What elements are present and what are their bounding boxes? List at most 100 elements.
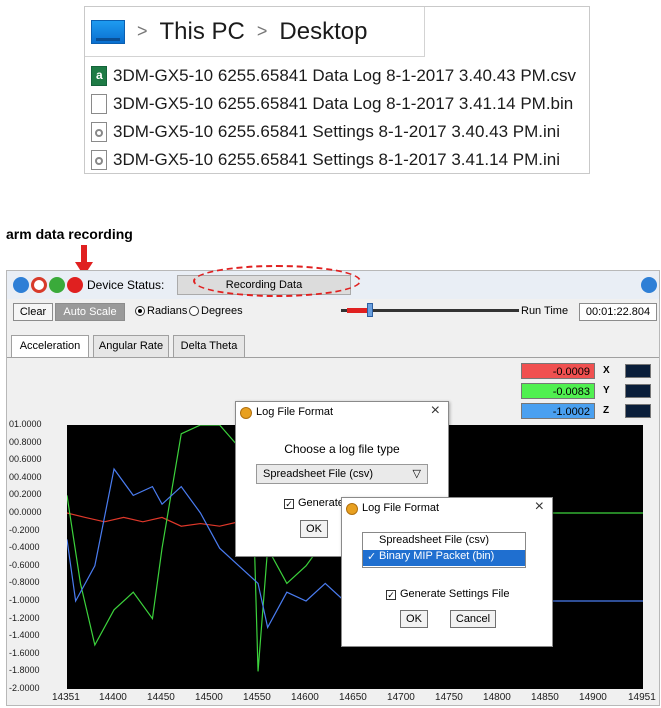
breadcrumb: > This PC > Desktop: [85, 7, 425, 57]
x-tick-label: 14700: [387, 692, 415, 703]
select-value: Spreadsheet File (csv): [263, 468, 374, 480]
tab-delta-theta[interactable]: Delta Theta: [173, 335, 245, 357]
legend-swatch-z-icon: [625, 404, 651, 418]
breadcrumb-desktop[interactable]: Desktop: [279, 18, 367, 46]
file-explorer-panel: > This PC > Desktop 3DM-GX5-10 6255.6584…: [84, 6, 590, 174]
log-format-dialog-2: Log File Format × Spreadsheet File (csv)…: [341, 497, 553, 647]
option-spreadsheet[interactable]: Spreadsheet File (csv): [363, 533, 525, 550]
record-button[interactable]: [67, 277, 83, 293]
generate-settings-checkbox[interactable]: ✓: [386, 590, 396, 600]
y-tick-label: 01.0000: [9, 419, 42, 429]
close-icon[interactable]: ×: [535, 498, 544, 516]
legend-key-x: X: [603, 365, 610, 376]
log-type-select[interactable]: Spreadsheet File (csv) ▽: [256, 464, 428, 484]
option-label: Binary MIP Packet (bin): [379, 550, 495, 562]
clear-button[interactable]: Clear: [13, 303, 53, 321]
option-binary[interactable]: ✓ Binary MIP Packet (bin): [363, 550, 525, 566]
tab-acceleration[interactable]: Acceleration: [11, 335, 89, 357]
y-tick-label: -1.2000: [9, 612, 40, 623]
legend-value-y: -0.0083: [521, 383, 595, 399]
legend-value-x: -0.0009: [521, 363, 595, 379]
legend-swatch-x-icon: [625, 364, 651, 378]
dialog-prompt: Choose a log file type: [284, 442, 400, 456]
cancel-button[interactable]: Cancel: [450, 610, 496, 628]
down-arrow-icon: [81, 245, 87, 263]
chevron-right-icon: >: [137, 21, 148, 41]
log-type-dropdown-list: Spreadsheet File (csv) ✓ Binary MIP Pack…: [362, 532, 526, 568]
x-tick-label: 14500: [195, 692, 223, 703]
ok-button[interactable]: OK: [300, 520, 328, 538]
file-name: 3DM-GX5-10 6255.65841 Data Log 8-1-2017 …: [113, 94, 574, 113]
legend-value-z: -1.0002: [521, 403, 595, 419]
run-time-label: Run Time: [521, 305, 569, 317]
radians-radio[interactable]: [135, 306, 145, 316]
settings-file-icon: [91, 122, 107, 142]
file-list-item[interactable]: 3DM-GX5-10 6255.65841 Settings 8-1-2017 …: [91, 119, 560, 145]
x-tick-label: 14900: [579, 692, 607, 703]
run-time-field: 00:01:22.804: [579, 303, 657, 321]
settings-file-icon: [91, 150, 107, 170]
file-list-item[interactable]: 3DM-GX5-10 6255.65841 Data Log 8-1-2017 …: [91, 63, 576, 89]
spreadsheet-file-icon: [91, 66, 107, 86]
dialog-title: Log File Format: [362, 502, 440, 514]
file-name: 3DM-GX5-10 6255.65841 Settings 8-1-2017 …: [113, 150, 560, 169]
y-tick-label: 00.6000: [9, 454, 42, 465]
generate-checkbox[interactable]: ✓: [284, 499, 294, 509]
dialog-title: Log File Format: [256, 406, 334, 418]
ok-button[interactable]: OK: [400, 610, 428, 628]
sensor-connect-window: Device Status: Recording Data Clear Auto…: [6, 265, 660, 706]
x-tick-label: 14650: [339, 692, 367, 703]
app-logo-icon: [346, 503, 358, 515]
stop-icon[interactable]: [31, 277, 47, 293]
x-tick-label: 14550: [243, 692, 271, 703]
y-tick-label: 00.8000: [9, 436, 42, 447]
time-scroll-slider[interactable]: [341, 303, 519, 317]
x-tick-label: 14351: [52, 692, 80, 703]
legend-swatch-y-icon: [625, 384, 651, 398]
file-name: 3DM-GX5-10 6255.65841 Settings 8-1-2017 …: [113, 122, 560, 141]
y-tick-label: -0.8000: [9, 577, 40, 588]
chevron-down-icon: ▽: [412, 468, 421, 480]
annotation-label: arm data recording: [6, 226, 133, 242]
device-status-label: Device Status:: [87, 278, 165, 292]
generate-settings-label: Generate Settings File: [400, 588, 510, 600]
legend-key-z: Z: [603, 405, 610, 416]
close-icon[interactable]: ×: [431, 402, 440, 420]
x-tick-label: 14750: [435, 692, 463, 703]
legend-key-y: Y: [603, 385, 610, 396]
breadcrumb-this-pc[interactable]: This PC: [160, 18, 245, 46]
checkmark-icon: ✓: [367, 551, 377, 563]
highlight-ellipse: [193, 265, 361, 297]
x-tick-label: 14951: [628, 692, 656, 703]
y-tick-label: -1.0000: [9, 595, 40, 605]
x-tick-label: 14850: [531, 692, 559, 703]
x-tick-label: 14800: [483, 692, 511, 703]
power-icon[interactable]: [49, 277, 65, 293]
y-tick-label: -1.8000: [9, 665, 40, 676]
y-tick-label: -0.6000: [9, 559, 40, 570]
y-tick-label: 00.4000: [9, 471, 42, 482]
top-toolbar: Device Status: Recording Data: [7, 265, 659, 299]
tab-angular-rate[interactable]: Angular Rate: [93, 335, 169, 357]
x-tick-label: 14600: [291, 692, 319, 703]
auto-scale-button[interactable]: Auto Scale: [55, 303, 125, 321]
play-icon[interactable]: [13, 277, 29, 293]
file-list-item[interactable]: 3DM-GX5-10 6255.65841 Data Log 8-1-2017 …: [91, 91, 573, 117]
blank-file-icon: [91, 94, 107, 114]
desktop-monitor-icon: [91, 19, 125, 44]
help-icon[interactable]: [641, 277, 657, 293]
degrees-radio[interactable]: [189, 306, 199, 316]
degrees-label: Degrees: [201, 305, 243, 317]
y-tick-label: -0.4000: [9, 542, 40, 553]
app-logo-icon: [240, 407, 252, 419]
y-tick-label: 00.0000: [9, 507, 42, 517]
y-tick-label: -1.6000: [9, 647, 40, 658]
chevron-right-icon: >: [256, 21, 268, 41]
y-tick-label: 00.2000: [9, 489, 42, 500]
y-tick-label: -0.2000: [9, 524, 40, 535]
generate-label: Generate: [298, 497, 344, 509]
radians-label: Radians: [147, 305, 188, 317]
x-tick-label: 14450: [147, 692, 175, 703]
file-list-item[interactable]: 3DM-GX5-10 6255.65841 Settings 8-1-2017 …: [91, 147, 560, 173]
file-name: 3DM-GX5-10 6255.65841 Data Log 8-1-2017 …: [113, 66, 577, 85]
